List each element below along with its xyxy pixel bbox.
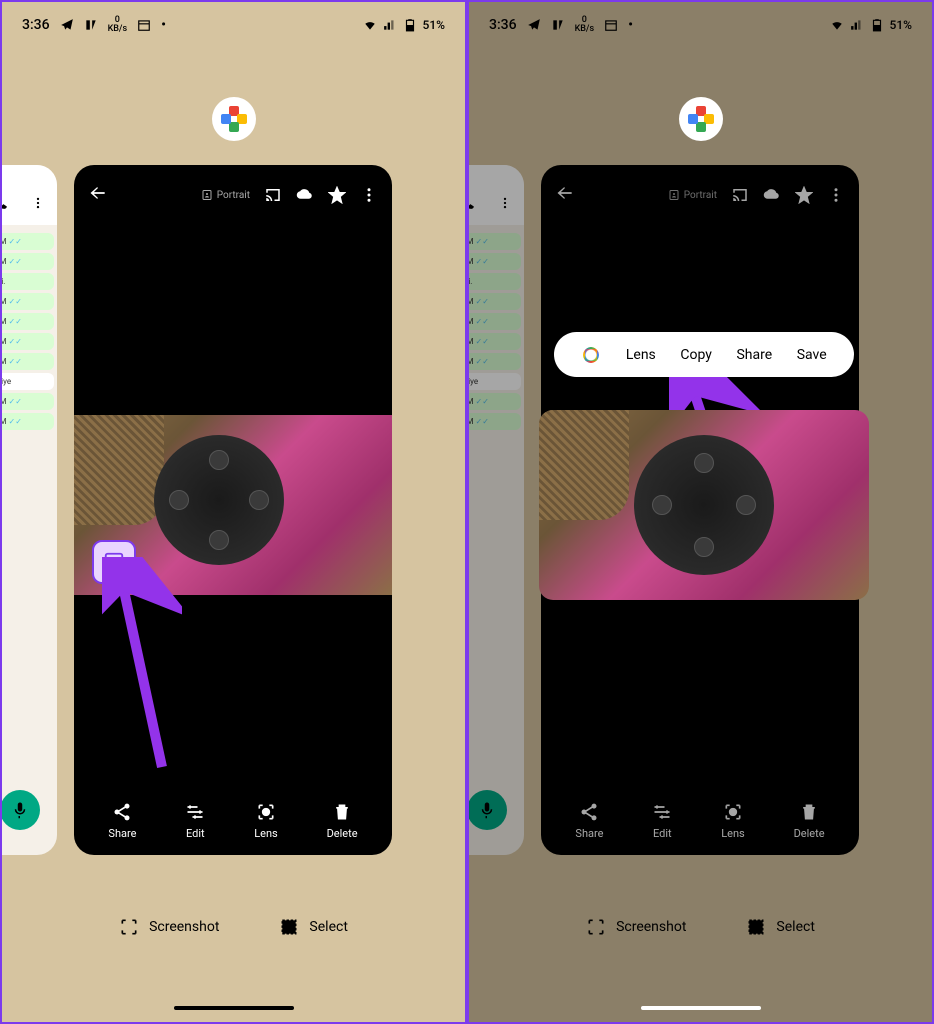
cloud-icon[interactable] [296,186,314,204]
nav-bar[interactable] [641,1006,761,1010]
mic-icon [11,801,29,819]
share-button[interactable]: Share [575,802,603,840]
cast-icon[interactable] [264,186,282,204]
whatsapp-mic-button[interactable] [467,790,507,830]
status-bar: 3:36 0 KB/s • 51% [469,2,932,47]
list-item: 6 PM✓✓ [0,293,54,310]
whatsapp-messages: 6 PM✓✓ 6 PM✓✓ ulati. 6 PM✓✓ 6 PM✓✓ 7 PM✓… [0,225,57,438]
edit-button[interactable]: Edit [185,802,205,840]
data-rate: 0 KB/s [108,16,128,34]
more-icon [498,196,512,210]
list-item: 6 PM✓✓ [0,313,54,330]
screen-right: 3:36 0 KB/s • 51% 6 PM✓✓ [467,0,934,1024]
more-icon[interactable] [360,186,378,204]
photos-card[interactable]: Portrait [74,165,392,855]
notification-icon [84,18,98,32]
list-item: 6 PM✓✓ [0,233,54,250]
more-icon[interactable] [827,186,845,204]
status-time: 3:36 [489,17,517,33]
popup-share[interactable]: Share [736,347,772,363]
screenshot-icon [119,917,139,937]
edit-icon [185,802,205,822]
portrait-icon [201,189,213,201]
select-button[interactable]: Select [746,917,814,937]
popup-save[interactable]: Save [797,347,827,363]
whatsapp-card[interactable]: 6 PM✓✓ 6 PM✓✓ ulati. 6 PM✓✓ 6 PM✓✓ 7 PM✓… [467,165,524,855]
calendar-icon [137,18,151,32]
signal-icon [383,18,397,32]
list-item: hahiye [0,373,54,390]
screen-left: 3:36 0 KB/s • 51% 6 PM✓✓ [0,0,467,1024]
lens-icon [256,802,276,822]
nav-bar[interactable] [174,1006,294,1010]
list-item: 7 PM✓✓ [0,333,54,350]
back-icon[interactable] [555,183,575,203]
image-actions-popup: Lens Copy Share Save [554,332,854,377]
battery-icon [870,18,884,32]
list-item: 6 PM✓✓ [0,253,54,270]
image-icon [103,551,125,573]
popup-copy[interactable]: Copy [680,347,712,363]
select-icon [279,917,299,937]
more-icon [31,196,45,210]
whatsapp-card[interactable]: 6 PM✓✓ 6 PM✓✓ ulati. 6 PM✓✓ 6 PM✓✓ 7 PM✓… [0,165,57,855]
recents-row: 6 PM✓✓ 6 PM✓✓ ulati. 6 PM✓✓ 6 PM✓✓ 7 PM✓… [2,165,465,855]
list-item: 7 PM✓✓ [0,413,54,430]
edit-button[interactable]: Edit [652,802,672,840]
phone-icon [467,196,475,210]
google-photos-app-icon[interactable] [679,97,723,141]
list-item: ulati. [0,273,54,290]
lens-button[interactable]: Lens [254,802,278,840]
calendar-icon [604,18,618,32]
delete-icon [332,802,352,822]
cast-icon[interactable] [731,186,749,204]
portrait-badge: Portrait [201,189,250,201]
star-icon[interactable] [795,186,813,204]
google-lens-icon [581,345,601,365]
status-time: 3:36 [22,17,50,33]
lens-button[interactable]: Lens [721,802,745,840]
phone-icon [0,196,8,210]
whatsapp-mic-button[interactable] [0,790,40,830]
list-item: 7 PM✓✓ [0,393,54,410]
wifi-icon [363,18,377,32]
google-photos-app-icon[interactable] [212,97,256,141]
dot-icon: • [628,17,633,33]
notification-icon [551,18,565,32]
data-rate: 0 KB/s [575,16,595,34]
portrait-badge: Portrait [668,189,717,201]
telegram-icon [527,18,541,32]
battery-percent: 51% [423,18,445,32]
cloud-icon[interactable] [763,186,781,204]
dot-icon: • [161,17,166,33]
lifted-image[interactable] [539,410,869,600]
delete-button[interactable]: Delete [327,802,358,840]
select-button[interactable]: Select [279,917,347,937]
signal-icon [850,18,864,32]
status-bar: 3:36 0 KB/s • 51% [2,2,465,47]
battery-percent: 51% [890,18,912,32]
popup-lens[interactable]: Lens [626,347,656,363]
list-item: 7 PM✓✓ [0,353,54,370]
wifi-icon [830,18,844,32]
delete-button[interactable]: Delete [794,802,825,840]
battery-icon [403,18,417,32]
screenshot-button[interactable]: Screenshot [586,917,686,937]
image-overlay-button[interactable] [92,540,136,584]
share-icon [112,802,132,822]
star-icon[interactable] [328,186,346,204]
telegram-icon [60,18,74,32]
screenshot-button[interactable]: Screenshot [119,917,219,937]
back-icon[interactable] [88,183,108,203]
share-button[interactable]: Share [108,802,136,840]
